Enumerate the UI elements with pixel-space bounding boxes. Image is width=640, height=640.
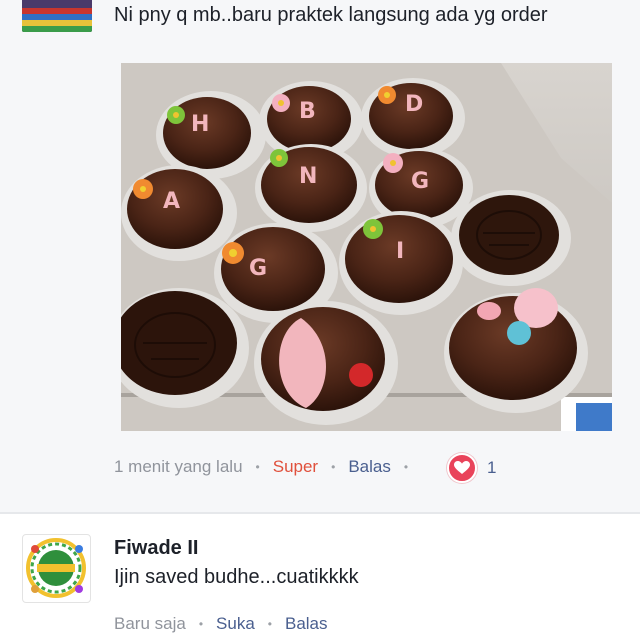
- separator-dot: •: [403, 460, 409, 474]
- svg-text:G: G: [411, 169, 429, 194]
- svg-text:B: B: [299, 99, 316, 124]
- svg-text:H: H: [191, 112, 209, 137]
- avatar[interactable]: [22, 0, 92, 32]
- avatar[interactable]: [22, 534, 91, 603]
- reaction-count: 1: [487, 458, 497, 477]
- svg-text:D: D: [405, 92, 423, 117]
- separator-dot: •: [255, 460, 260, 474]
- separator-dot: •: [331, 460, 336, 474]
- comment-author[interactable]: Fiwade II: [114, 537, 198, 560]
- separator-dot: •: [267, 617, 272, 631]
- comment-text: Ijin saved budhe...cuatikkkk: [114, 566, 359, 588]
- comment-1-meta: 1 menit yang lalu • Super • Balas •: [114, 457, 421, 477]
- svg-text:N: N: [299, 164, 317, 189]
- svg-text:I: I: [396, 239, 404, 264]
- reply-button[interactable]: Balas: [285, 614, 328, 634]
- separator-dot: •: [198, 617, 204, 631]
- comment-timestamp: Baru saja: [114, 614, 186, 633]
- comment-divider: [0, 512, 640, 514]
- svg-text:G: G: [249, 256, 267, 281]
- comment-2-meta: Baru saja • Suka • Balas: [114, 614, 328, 634]
- heart-icon: [447, 453, 477, 483]
- like-button[interactable]: Suka: [216, 614, 255, 634]
- comment-text: Ni pny q mb..baru praktek langsung ada y…: [114, 4, 548, 26]
- reaction-summary[interactable]: 1: [447, 453, 496, 483]
- comment-photo[interactable]: H B D A N G G I: [121, 63, 612, 431]
- comment-timestamp: 1 menit yang lalu: [114, 457, 243, 476]
- super-reaction-button[interactable]: Super: [273, 457, 318, 477]
- reply-button[interactable]: Balas: [348, 457, 391, 477]
- svg-text:A: A: [163, 189, 180, 214]
